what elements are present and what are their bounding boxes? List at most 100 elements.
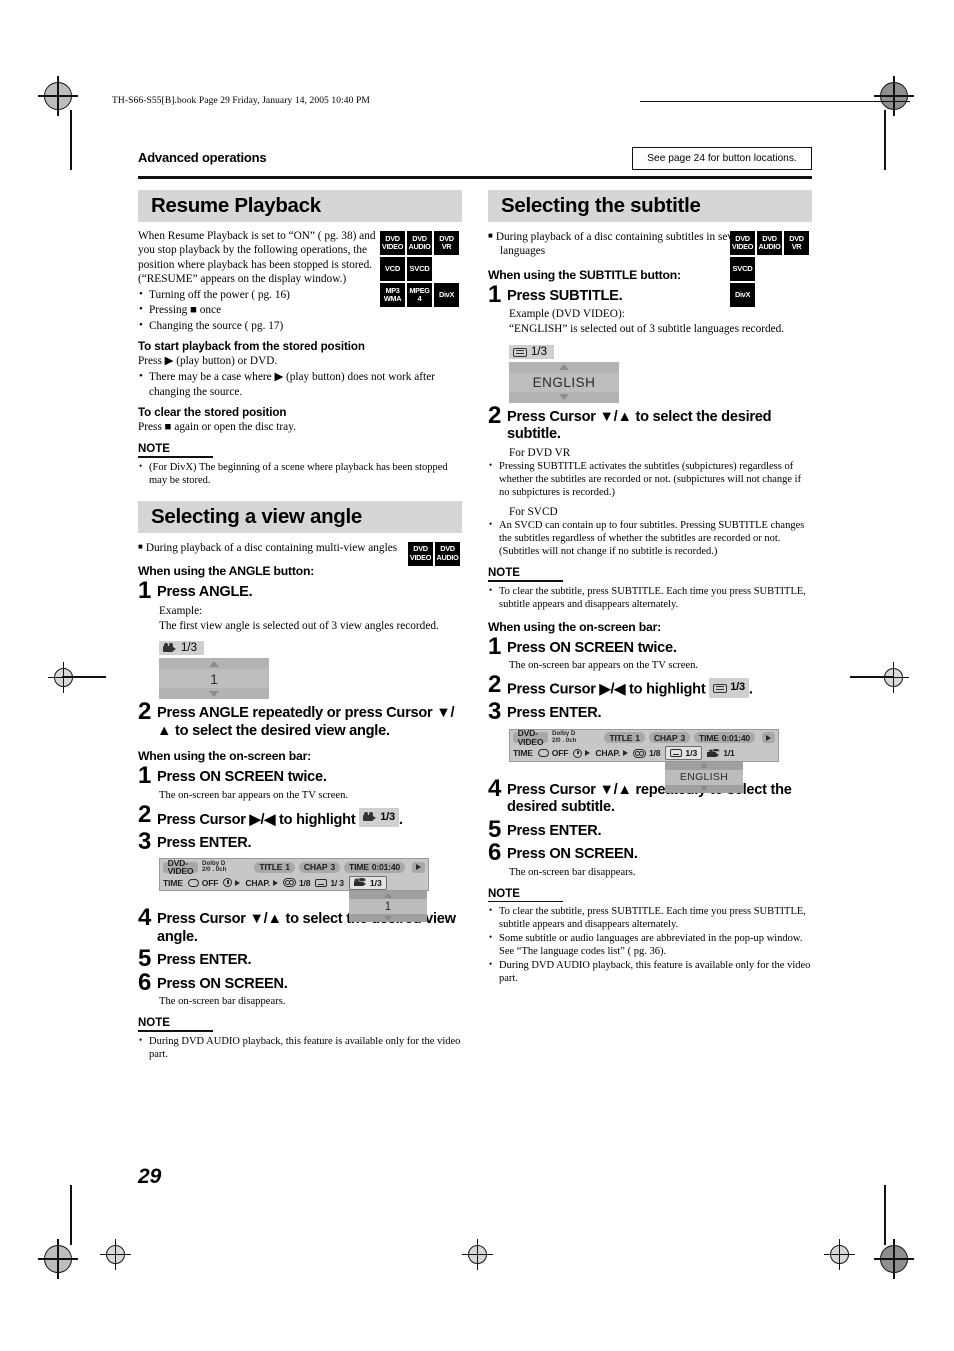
left-column: Resume Playback DVD VIDEO DVD AUDIO DVD VR … (138, 190, 462, 1062)
disc-badge-mpeg4: MPEG 4 (407, 283, 432, 307)
repeat-loop-icon (537, 749, 549, 758)
note-rule (138, 456, 213, 458)
page-title: Advanced operations (138, 150, 267, 165)
subheading-angle-onscreen: When using the on-screen bar: (138, 749, 311, 764)
osbar-audio-control[interactable]: 1/8 (282, 878, 311, 888)
osbar-chapter-indicator: CHAP 3 (298, 861, 341, 873)
angle-tag: 1/3 (159, 641, 204, 656)
dropdown-caret-down[interactable] (665, 784, 743, 793)
onscreen-bar-row-1: DVD-VIDEO Dolby D 2/0 . 0ch TITLE 1 CHAP 3… (159, 858, 429, 876)
list-item: There may be a case where ▶ (play button… (138, 369, 462, 399)
disc-badge-dvd-video: DVD VIDEO (380, 231, 405, 255)
inline-subtitle-chip: 1/3 (709, 678, 749, 698)
step-text-main: Press Cursor ▶/◀ to highlight (507, 681, 706, 698)
step-text-tail: . (398, 811, 403, 828)
step-number: 5 (138, 945, 151, 973)
disc-badge-dvd-video: DVD VIDEO (408, 541, 433, 566)
right-column: Selecting the subtitle DVD VIDEO DVD AUDIO… (488, 190, 812, 986)
dvdvr-heading: For DVD VR (509, 446, 571, 459)
osbar-angle-control[interactable]: 1/1 (707, 748, 735, 758)
subtitle-icon (513, 347, 527, 357)
dropdown-caret-down[interactable] (349, 914, 427, 923)
step-text: Press ANGLE repeatedly or press Cursor ▼… (157, 705, 455, 739)
step-text: Press Cursor ▶/◀ to highlight 1/3 . (507, 676, 753, 699)
osbar-subtitle-control-selected[interactable]: 1/3 (665, 746, 703, 761)
subtitle-example-text: “ENGLISH” is selected out of 3 subtitle … (509, 323, 785, 336)
osbar-time-label[interactable]: TIME (513, 748, 533, 758)
caret-up-icon (209, 660, 219, 667)
osbar-title-indicator: TITLE 1 (254, 861, 295, 873)
note-rule (488, 900, 563, 903)
osbar-repeat-control[interactable]: OFF (187, 878, 219, 888)
subheading-start-playback: To start playback from the stored positi… (138, 340, 365, 354)
step-number: 6 (138, 968, 151, 996)
caret-up-row (509, 361, 619, 373)
step-text: Press ON SCREEN twice. (157, 769, 327, 786)
angle-example-text: The first view angle is selected out of … (159, 619, 439, 632)
subtitle-icon (315, 878, 328, 887)
list-item: Changing the source ( pg. 17) (138, 318, 376, 333)
subtitle-tag-value: 1/3 (531, 346, 547, 359)
subtitle-example-label: Example (DVD VIDEO): (509, 308, 625, 321)
dropdown-caret-up[interactable] (665, 761, 743, 770)
step-subtitle-2: 2 Press Cursor ▼/▲ to select the desired… (488, 401, 812, 444)
subtitle-icon (713, 683, 728, 693)
square-bullet-icon: ■ (488, 231, 493, 240)
osbar-chapter-search-control[interactable]: CHAP. (595, 748, 628, 758)
osbar-audio-control[interactable]: 1/8 (632, 748, 661, 758)
step-number: 1 (488, 280, 501, 308)
step-angle-os-3: 3 Press ENTER. (138, 829, 462, 853)
step-number: 1 (488, 632, 501, 660)
list-item: Pressing ■ once (138, 302, 376, 317)
onscreen-bar-subtitle: DVD-VIDEO Dolby D 2/0 . 0ch TITLE 1 CHAP 3… (509, 728, 779, 793)
angle-camera-icon (707, 748, 720, 758)
step-text: Press SUBTITLE. (507, 287, 623, 304)
osbar-next-button[interactable] (412, 861, 425, 873)
resume-intro-text: When Resume Playback is set to “ON” ( pg… (138, 230, 376, 285)
registration-mark-bottom-left (38, 1239, 78, 1279)
book-file-header: TH-S66-S55[B].book Page 29 Friday, Janua… (112, 96, 370, 106)
osbar-chapter-search-control[interactable]: CHAP. (245, 878, 278, 888)
osbar-time-search-control[interactable] (573, 748, 591, 758)
disc-badges-angle: DVD VIDEO DVD AUDIO (408, 541, 462, 568)
clock-icon (573, 748, 583, 758)
osbar-time-search-control[interactable] (223, 878, 241, 888)
note-heading-angle: NOTE (138, 1017, 170, 1030)
header-divider (138, 176, 812, 179)
osbar-angle-control-selected[interactable]: 1/3 (348, 875, 387, 890)
subtitle-popup-list: ENGLISH (509, 361, 619, 403)
disc-badge-dvd-audio: DVD AUDIO (435, 541, 460, 566)
step-angle-os-1: 1 Press ON SCREEN twice. (138, 764, 462, 788)
step-subtitle-os-1: 1 Press ON SCREEN twice. (488, 632, 812, 660)
note-heading-subtitle-2: NOTE (488, 887, 520, 900)
caret-down-row (159, 688, 269, 700)
start-playback-bullets: There may be a case where ▶ (play button… (138, 369, 462, 399)
subtitle-tag: 1/3 (509, 345, 554, 360)
osbar-time-indicator: TIME 0:01:40 (344, 861, 406, 873)
subtitle-icon (670, 749, 683, 758)
dropdown-value: 1 (349, 899, 427, 915)
osbar-repeat-control[interactable]: OFF (537, 748, 569, 758)
note-heading-subtitle-1: NOTE (488, 567, 520, 580)
step-number: 2 (488, 671, 501, 699)
disc-badges-resume: DVD VIDEO DVD AUDIO DVD VR VCD SVCD MP3 WMA … (380, 231, 462, 309)
onscreen-bar-angle: DVD-VIDEO Dolby D 2/0 . 0ch TITLE 1 CHAP 3… (159, 858, 429, 923)
angle-camera-icon (363, 812, 377, 822)
crop-mark-right-vertical (884, 110, 886, 170)
osd-popup-subtitle: 1/3 ENGLISH (509, 344, 619, 403)
step-text: Press ENTER. (157, 952, 252, 969)
list-item: During DVD AUDIO playback, this feature … (138, 1034, 462, 1061)
square-bullet-icon: ■ (138, 541, 143, 551)
osbar-time-indicator: TIME 0:01:40 (694, 732, 756, 744)
dropdown-caret-up[interactable] (349, 891, 427, 900)
osbar-next-button[interactable] (762, 732, 775, 744)
osbar-time-label[interactable]: TIME (163, 878, 183, 888)
step-sub-text: The on-screen bar disappears. (159, 996, 286, 1008)
onscreen-bar-row-1: DVD-VIDEO Dolby D 2/0 . 0ch TITLE 1 CHAP 3… (509, 728, 779, 746)
step-number: 4 (488, 774, 501, 802)
osbar-subtitle-control[interactable]: 1/ 3 (315, 878, 344, 888)
angle-popup-value: 1 (159, 669, 269, 689)
step-number: 2 (488, 401, 501, 429)
step-text: Press ENTER. (157, 834, 252, 851)
step-angle-1: 1 Press ANGLE. (138, 579, 462, 603)
